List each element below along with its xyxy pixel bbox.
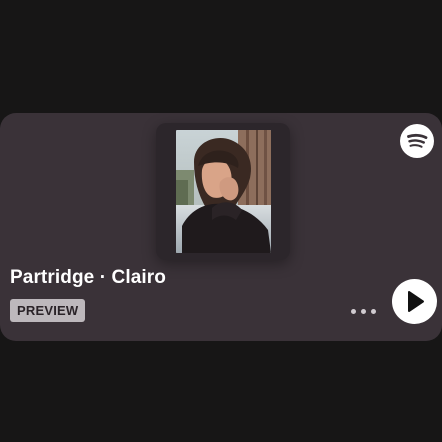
play-button[interactable] <box>392 279 437 324</box>
album-art[interactable] <box>176 130 271 253</box>
track-title[interactable]: Partridge · Clairo <box>10 267 166 289</box>
spotify-embed-card: Partridge · Clairo PREVIEW <box>0 113 442 341</box>
more-dot <box>351 309 356 314</box>
play-icon <box>408 291 424 312</box>
spotify-logo-icon[interactable] <box>400 124 434 158</box>
more-options-icon[interactable] <box>348 301 378 321</box>
more-dot <box>371 309 376 314</box>
album-art-frame <box>156 123 290 260</box>
more-dot <box>361 309 366 314</box>
preview-badge: PREVIEW <box>10 299 86 322</box>
